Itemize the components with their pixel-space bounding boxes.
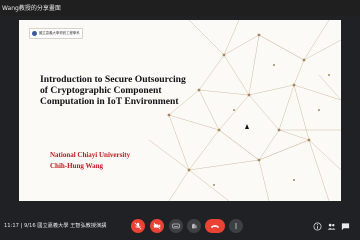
leave-call-button[interactable] — [205, 219, 225, 233]
slide-author: Chih-Hung Wang — [50, 162, 103, 170]
end-call-icon — [210, 225, 220, 229]
mic-toggle-button[interactable] — [131, 219, 145, 233]
slide-header-text: 國立嘉義大學資訊工程學系 — [39, 31, 80, 35]
captions-icon — [172, 223, 180, 229]
camera-off-icon — [153, 222, 161, 230]
slide-organization: National Chiayi University — [50, 151, 131, 159]
network-background — [148, 20, 341, 201]
pointer-cursor-icon — [245, 124, 249, 129]
meeting-details-button[interactable] — [312, 221, 322, 231]
info-icon — [313, 222, 321, 230]
top-bar: Wang教授的分享畫面 — [0, 0, 360, 16]
camera-toggle-button[interactable] — [150, 219, 164, 233]
mic-off-icon — [134, 222, 142, 230]
people-button[interactable] — [326, 221, 336, 231]
captions-button[interactable] — [169, 219, 183, 233]
people-icon — [327, 223, 335, 230]
university-logo — [32, 31, 37, 36]
raise-hand-icon — [192, 223, 197, 229]
meeting-title: Wang教授的分享畫面 — [2, 5, 61, 12]
shared-slide: 國立嘉義大學資訊工程學系 Introduction to Secure Outs… — [19, 20, 341, 201]
chat-icon — [341, 222, 349, 230]
chat-button[interactable] — [340, 221, 350, 231]
slide-title: Introduction to Secure Outsourcing of Cr… — [40, 74, 186, 108]
slide-header-bar: 國立嘉義大學資訊工程學系 — [29, 28, 83, 39]
meeting-info: 11:17 | 9/16 國立嘉義大學 王智弘教授演講 — [4, 223, 107, 229]
more-options-button[interactable] — [229, 219, 243, 233]
bottom-control-bar: 11:17 | 9/16 國立嘉義大學 王智弘教授演講 — [0, 212, 360, 240]
raise-hand-button[interactable] — [187, 219, 201, 233]
more-options-icon — [235, 223, 237, 229]
